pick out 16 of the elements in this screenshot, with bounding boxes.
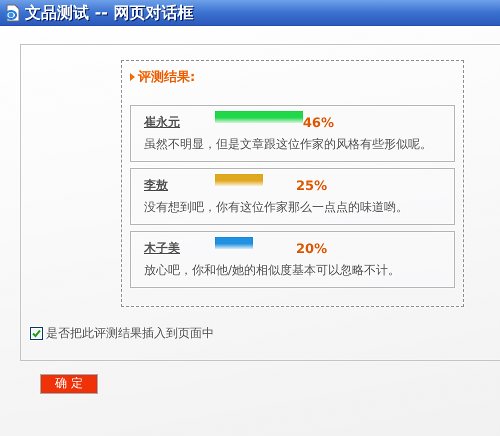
similarity-percent: 20% [296, 242, 328, 257]
checkbox-label: 是否把此评测结果插入到页面中 [46, 325, 214, 342]
comment-text: 虽然不明显，但是文章跟这位作家的风格有些形似呢。 [144, 136, 433, 153]
comment-text: 没有想到吧，你有这位作家那么一点点的味道哟。 [144, 199, 409, 216]
ok-button[interactable]: 确 定 [40, 374, 98, 394]
results-heading: 评测结果: [138, 69, 196, 86]
web-page-icon [4, 4, 20, 22]
similarity-percent: 46% [302, 116, 334, 131]
author-name: 李敖 [144, 177, 169, 194]
author-name: 木子美 [144, 240, 181, 257]
similarity-percent: 25% [296, 179, 328, 194]
comment-text: 放心吧，你和他/她的相似度基本可以忽略不计。 [144, 262, 402, 279]
triangle-icon [130, 73, 135, 81]
checkbox[interactable] [30, 327, 43, 340]
window-title: 文品测试 -- 网页对话框 [25, 2, 194, 24]
author-name: 崔永元 [144, 114, 181, 131]
